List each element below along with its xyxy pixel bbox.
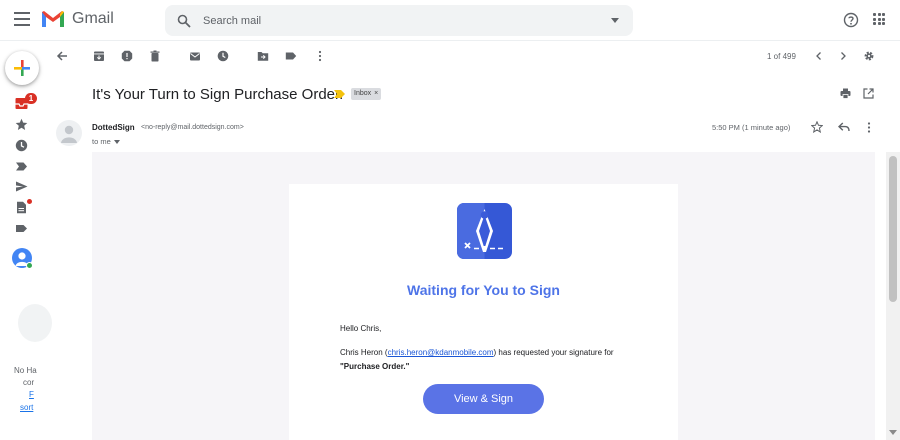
important-marker-icon[interactable] (334, 90, 345, 98)
email-heading: Waiting for You to Sign (407, 282, 560, 298)
app-name: Gmail (72, 10, 114, 27)
remove-label-icon[interactable]: × (374, 88, 378, 100)
email-message-paragraph: Chris Heron (chris.heron@kdanmobile.com)… (340, 346, 630, 374)
top-bar: Gmail (0, 0, 900, 41)
starred-icon[interactable] (15, 118, 28, 131)
reply-icon[interactable] (838, 122, 850, 132)
view-and-sign-button[interactable]: View & Sign (423, 384, 544, 414)
inbox-label-chip: Inbox × (351, 88, 382, 100)
search-options-icon[interactable] (611, 18, 619, 23)
print-icon[interactable] (840, 88, 851, 99)
requester-name: Chris Heron (340, 348, 383, 357)
back-arrow-icon[interactable] (56, 50, 68, 62)
inbox-unread-badge: 1 (25, 93, 37, 104)
label-chip-text: Inbox (354, 90, 372, 97)
open-in-new-window-icon[interactable] (863, 88, 874, 99)
hangouts-placeholder (18, 304, 52, 342)
scrollbar-thumb[interactable] (889, 156, 897, 302)
recipient-text: to me (92, 137, 111, 146)
drafts-indicator-dot (27, 199, 32, 204)
hangouts-link-2[interactable]: sort (20, 403, 33, 412)
email-greeting: Hello Chris, (340, 324, 382, 333)
snooze-icon[interactable] (217, 50, 229, 62)
document-name: "Purchase Order." (340, 362, 410, 371)
important-icon[interactable] (15, 160, 28, 173)
snoozed-icon[interactable] (15, 139, 28, 152)
chevron-down-icon (113, 140, 120, 145)
mark-unread-icon[interactable] (189, 50, 201, 62)
hangouts-empty-text-2: cor (23, 378, 35, 387)
gmail-logo[interactable]: Gmail (40, 9, 114, 29)
presence-dot (26, 262, 33, 269)
recipient-details-toggle[interactable]: to me (92, 137, 120, 146)
labels-icon[interactable] (285, 50, 297, 62)
archive-icon[interactable] (93, 50, 105, 62)
sender-avatar[interactable] (56, 120, 82, 146)
person-icon (61, 125, 77, 143)
delete-icon[interactable] (149, 50, 161, 62)
compose-button[interactable] (5, 51, 39, 85)
more-actions-icon[interactable] (314, 50, 326, 62)
search-bar[interactable] (165, 5, 633, 36)
dottedsign-logo-icon (457, 203, 512, 259)
scroll-down-arrow-icon[interactable] (889, 430, 897, 435)
hangouts-link[interactable]: F (29, 390, 34, 399)
sender-email: <no-reply@mail.dottedsign.com> (141, 124, 244, 131)
sender-name: DottedSign (92, 123, 135, 132)
hangouts-empty-text: No Ha (14, 366, 37, 375)
move-to-icon[interactable] (257, 50, 269, 62)
plus-icon (14, 60, 30, 76)
settings-gear-icon[interactable] (863, 50, 875, 62)
report-spam-icon[interactable] (121, 50, 133, 62)
newer-chevron-icon[interactable] (813, 50, 825, 62)
help-icon[interactable] (843, 12, 859, 28)
star-icon[interactable] (811, 121, 823, 133)
pagination-count: 1 of 499 (767, 52, 796, 61)
message-more-icon[interactable] (867, 122, 871, 133)
email-subject: It's Your Turn to Sign Purchase Order. (92, 86, 344, 103)
label-icon[interactable] (15, 222, 28, 235)
apps-grid-icon[interactable] (873, 13, 885, 25)
older-chevron-icon[interactable] (837, 50, 849, 62)
gmail-m-icon (42, 11, 64, 27)
main-menu-icon[interactable] (14, 12, 30, 26)
message-timestamp: 5:50 PM (1 minute ago) (712, 123, 791, 132)
requester-email-link[interactable]: chris.heron@kdanmobile.com (388, 348, 494, 357)
request-text: ) has requested your signature for (493, 348, 614, 357)
search-input[interactable] (203, 14, 583, 27)
drafts-icon[interactable] (15, 201, 28, 214)
search-icon[interactable] (177, 14, 191, 28)
sent-icon[interactable] (15, 180, 28, 193)
